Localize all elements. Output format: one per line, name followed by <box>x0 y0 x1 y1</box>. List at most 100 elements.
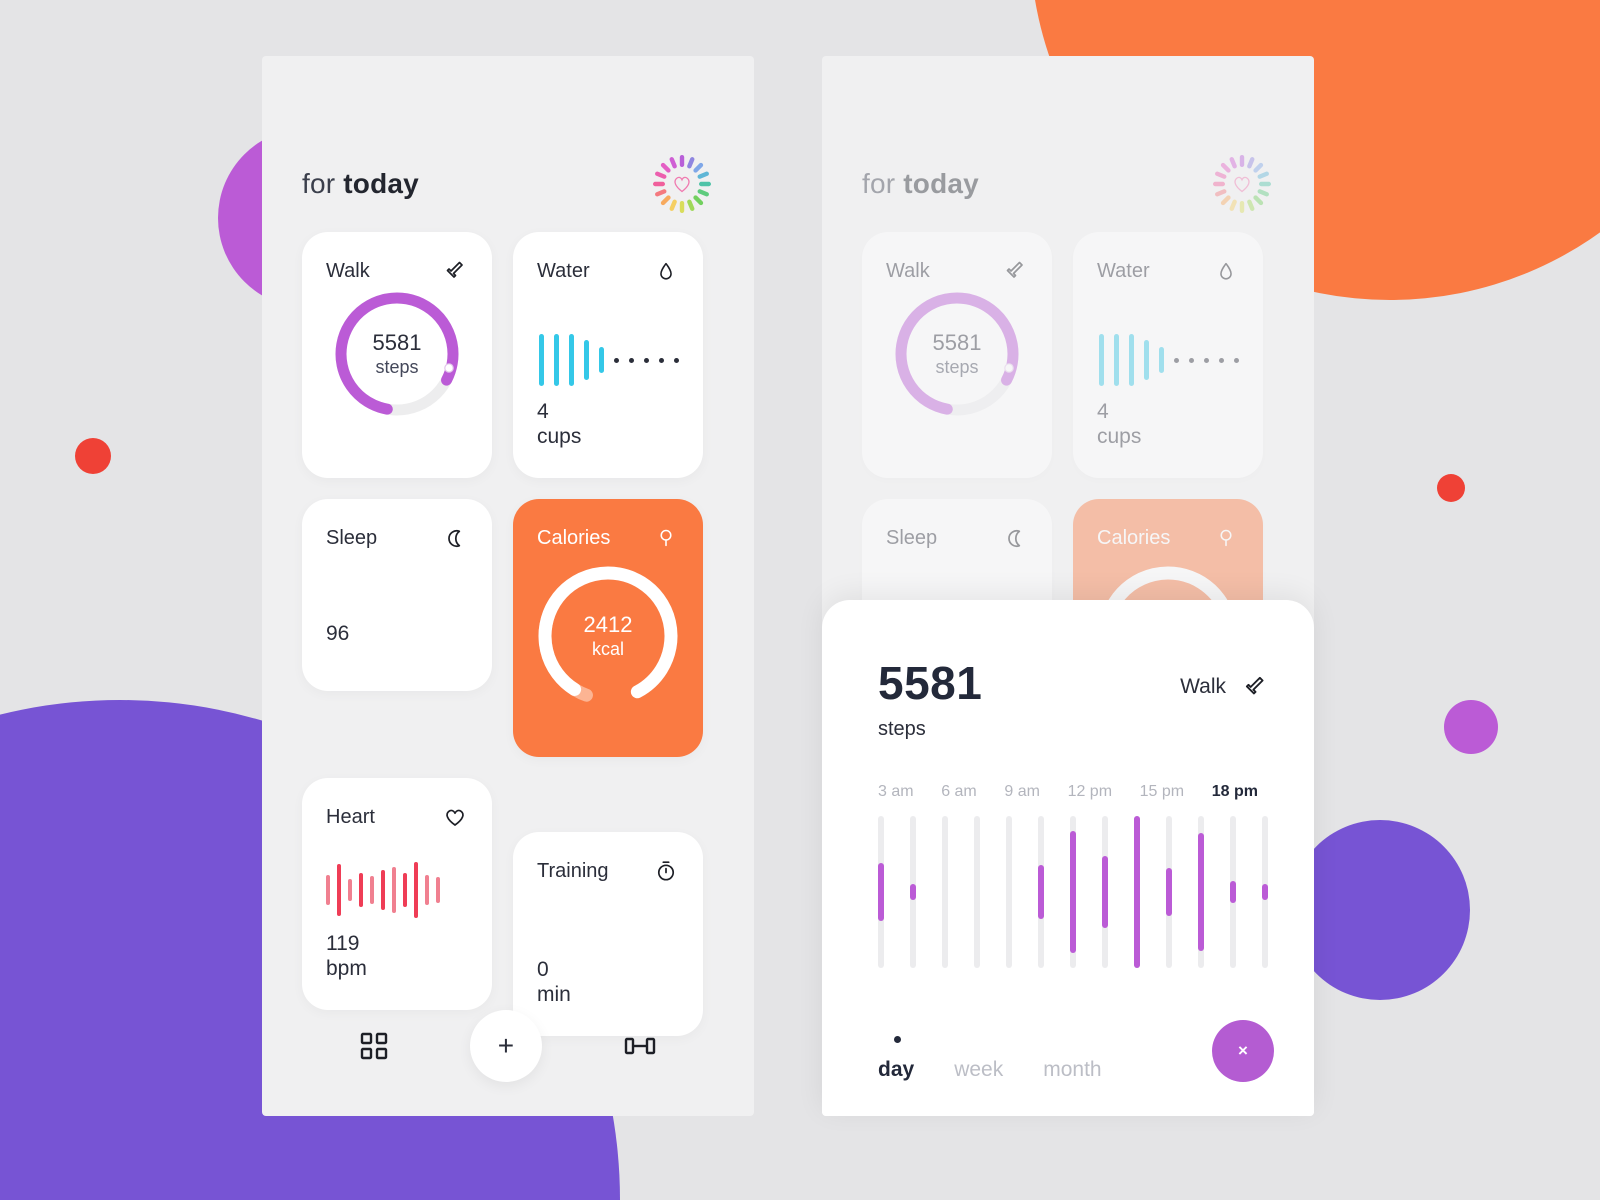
bottom-navigation: + <box>262 1010 754 1082</box>
heart-wave-bar <box>348 879 352 901</box>
chart-bar <box>1198 832 1204 952</box>
training-unit: min <box>537 983 571 1007</box>
card-row: Walk 5581 steps Water 4 cups <box>302 232 714 478</box>
card-walk[interactable]: Walk 5581 steps <box>302 232 492 478</box>
chart-bar <box>1038 865 1044 919</box>
card-sleep-header-right: Sleep <box>862 499 1052 551</box>
card-water-title: Water <box>537 259 590 282</box>
card-calories[interactable]: Calories 2412 kcal <box>513 499 703 757</box>
water-bar <box>1129 334 1134 386</box>
time-label[interactable]: 6 am <box>941 783 977 801</box>
range-option-day[interactable]: day <box>878 1058 914 1082</box>
phone-screen-dashboard: for today Walk 5581 steps Water 4 cups S… <box>262 56 754 1116</box>
grid-icon[interactable] <box>359 1031 389 1061</box>
water-dot <box>629 357 634 363</box>
detail-header: 5581 steps Walk <box>822 600 1314 741</box>
range-option-month[interactable]: month <box>1043 1058 1101 1082</box>
water-dot <box>1204 357 1209 363</box>
chart-track[interactable] <box>878 816 884 968</box>
card-water-title-right: Water <box>1097 259 1150 282</box>
walk-progress-ring-right: 5581 steps <box>891 288 1023 420</box>
sleep-value: 96 <box>326 622 350 646</box>
detail-unit: steps <box>878 718 926 740</box>
close-button[interactable]: × <box>1212 1020 1274 1082</box>
card-water-right[interactable]: Water 4 cups <box>1073 232 1263 478</box>
chart-track[interactable] <box>1102 816 1108 968</box>
page-title-emphasis-right: today <box>903 168 979 199</box>
water-dot <box>644 357 649 363</box>
purple-dot-decoration-right <box>1444 700 1498 754</box>
chart-track[interactable] <box>1262 816 1268 968</box>
chart-track[interactable] <box>1230 816 1236 968</box>
time-label[interactable]: 12 pm <box>1068 783 1112 801</box>
water-level-indicator <box>539 320 679 400</box>
chart-track[interactable] <box>910 816 916 968</box>
chart-bar <box>1134 816 1140 968</box>
walk-unit-right: steps <box>935 356 979 377</box>
chart-bar <box>1102 855 1108 929</box>
card-training[interactable]: Training 0 min <box>513 832 703 1036</box>
time-label[interactable]: 3 am <box>878 783 914 801</box>
chart-track[interactable] <box>1198 816 1204 968</box>
dumbbell-icon[interactable] <box>623 1031 657 1061</box>
range-option-week[interactable]: week <box>954 1058 1003 1082</box>
rainbow-heart-logo[interactable] <box>650 152 714 216</box>
time-label-active[interactable]: 18 pm <box>1212 783 1258 801</box>
heart-wave-bar <box>414 862 418 918</box>
card-calories-title-right: Calories <box>1097 526 1171 549</box>
card-calories-header: Calories <box>513 499 703 551</box>
card-heart-header: Heart <box>302 778 492 830</box>
close-icon: × <box>1238 1041 1248 1060</box>
card-heart[interactable]: Heart 119 bpm <box>302 778 492 1010</box>
water-dot <box>1219 357 1224 363</box>
calories-value: 2412 <box>583 611 633 637</box>
chart-track[interactable] <box>974 816 980 968</box>
chart-track[interactable] <box>1134 816 1140 968</box>
walk-ring-center: 5581 steps <box>331 288 463 420</box>
card-water[interactable]: Water 4 cups <box>513 232 703 478</box>
chart-track[interactable] <box>1006 816 1012 968</box>
add-button[interactable]: + <box>469 1010 542 1082</box>
droplet-icon <box>1213 258 1239 284</box>
water-unit: cups <box>537 425 582 449</box>
card-water-header-right: Water <box>1073 232 1263 284</box>
shoe-icon <box>1002 258 1028 284</box>
walk-progress-ring: 5581 steps <box>331 288 463 420</box>
time-label[interactable]: 15 pm <box>1140 783 1184 801</box>
chart-track[interactable] <box>1070 816 1076 968</box>
water-bar <box>1144 340 1149 380</box>
time-label[interactable]: 9 am <box>1004 783 1040 801</box>
active-range-indicator <box>894 1036 901 1043</box>
water-dot <box>1234 357 1239 363</box>
training-metric: 0 min <box>537 958 571 1008</box>
water-bar <box>554 334 559 386</box>
heart-wave-bar <box>381 870 385 910</box>
moon-icon <box>442 525 468 551</box>
page-title: for today <box>302 168 419 200</box>
water-bar <box>569 334 574 386</box>
chart-bar <box>910 884 916 900</box>
rainbow-heart-logo-right[interactable] <box>1210 152 1274 216</box>
page-title-emphasis: today <box>343 168 419 199</box>
water-bar <box>584 340 589 380</box>
heart-icon <box>442 804 468 830</box>
detail-activity-tag[interactable]: Walk <box>1180 660 1268 700</box>
chart-track[interactable] <box>1038 816 1044 968</box>
water-dot <box>659 357 664 363</box>
heart-wave-bar <box>392 867 396 913</box>
card-walk-right[interactable]: Walk 5581 steps <box>862 232 1052 478</box>
steps-bar-chart <box>878 816 1268 968</box>
chart-track[interactable] <box>942 816 948 968</box>
card-sleep-title: Sleep <box>326 526 378 549</box>
red-dot-decoration-right <box>1437 474 1465 502</box>
water-value: 4 <box>537 400 549 424</box>
heart-unit: bpm <box>326 957 367 981</box>
water-dot <box>614 357 619 363</box>
card-heart-title: Heart <box>326 805 375 828</box>
card-sleep[interactable]: Sleep 96 <box>302 499 492 691</box>
detail-footer: day week month × <box>878 1020 1274 1082</box>
chart-bar <box>1070 831 1076 953</box>
water-metric: 4 cups <box>537 400 581 450</box>
chart-track[interactable] <box>1166 816 1172 968</box>
heart-wave-bar <box>436 877 440 903</box>
